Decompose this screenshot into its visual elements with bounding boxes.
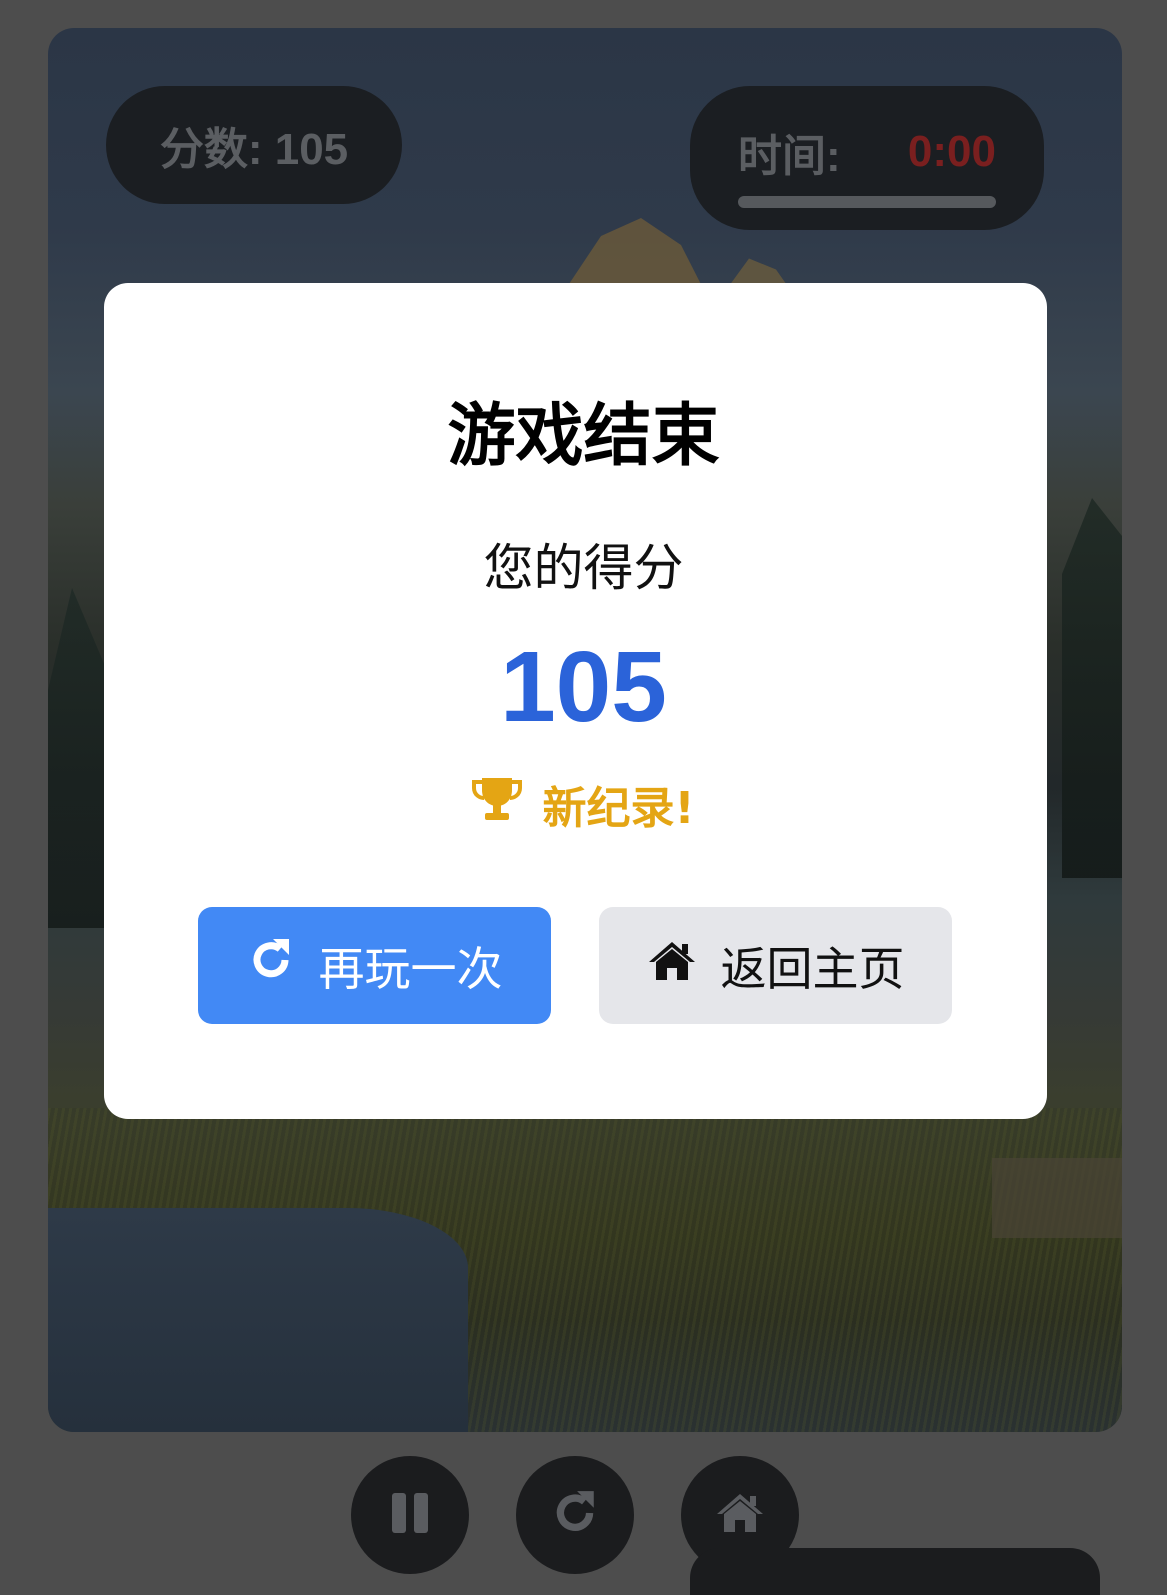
time-label: 时间: bbox=[738, 132, 841, 181]
final-score: 105 bbox=[500, 631, 667, 743]
trophy-icon bbox=[472, 776, 523, 833]
score-display: 分数: 105 bbox=[106, 86, 402, 204]
return-home-button[interactable]: 返回主页 bbox=[599, 907, 952, 1024]
home-icon bbox=[647, 939, 697, 993]
background-dock bbox=[992, 1158, 1122, 1238]
pause-icon bbox=[388, 1491, 432, 1539]
score-label: 您的得分 bbox=[483, 539, 684, 597]
home-label: 返回主页 bbox=[720, 942, 905, 995]
bottom-panel-edge bbox=[690, 1548, 1100, 1595]
timer-display: 时间: 0:00 bbox=[690, 86, 1044, 230]
pause-button[interactable] bbox=[351, 1456, 469, 1574]
restart-icon bbox=[550, 1488, 600, 1542]
background-water bbox=[48, 1208, 468, 1432]
restart-button[interactable] bbox=[516, 1456, 634, 1574]
play-again-label: 再玩一次 bbox=[318, 942, 503, 995]
game-screen: 分数: 105 时间: 0:00 游戏结束 您的得分 105 新纪录! 再玩一次… bbox=[0, 0, 1167, 1595]
new-record-badge: 新纪录! bbox=[0, 772, 1167, 836]
play-again-button[interactable]: 再玩一次 bbox=[198, 907, 551, 1024]
restart-icon bbox=[247, 936, 295, 995]
dialog-title: 游戏结束 bbox=[447, 397, 720, 476]
time-progress-bar bbox=[738, 196, 996, 208]
time-value: 0:00 bbox=[907, 127, 996, 176]
score-text: 分数: 105 bbox=[159, 125, 349, 174]
record-text: 新纪录! bbox=[542, 783, 695, 834]
home-icon bbox=[715, 1492, 765, 1538]
